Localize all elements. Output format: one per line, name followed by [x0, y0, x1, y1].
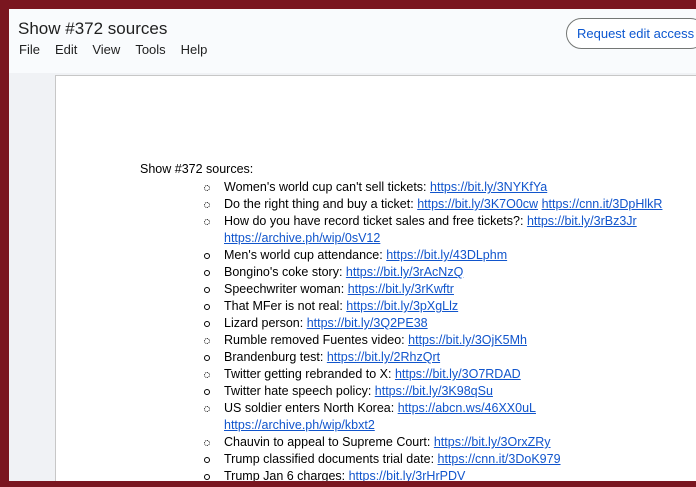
source-link[interactable]: https://bit.ly/3Q2PE38 [307, 316, 428, 330]
list-item: https://archive.ph/wip/0sV12 [224, 230, 662, 247]
document-heading: Show #372 sources: [140, 162, 254, 176]
menu-edit[interactable]: Edit [55, 42, 77, 57]
menu-view[interactable]: View [92, 42, 120, 57]
bullet-icon [204, 253, 210, 259]
item-text: Lizard person: [224, 316, 304, 330]
list-item: Chauvin to appeal to Supreme Court: http… [204, 434, 662, 451]
source-link[interactable]: https://abcn.ws/46XX0uL [398, 401, 536, 415]
item-text: That MFer is not real: [224, 299, 343, 313]
item-text: US soldier enters North Korea: [224, 401, 395, 415]
list-item: Trump classified documents trial date: h… [204, 451, 662, 468]
list-item: https://archive.ph/wip/kbxt2 [224, 417, 662, 434]
bullet-icon [204, 406, 210, 412]
item-text: Rumble removed Fuentes video: [224, 333, 405, 347]
item-text: Speechwriter woman: [224, 282, 345, 296]
item-text: Twitter hate speech policy: [224, 384, 372, 398]
list-item: Do the right thing and buy a ticket: htt… [204, 196, 663, 213]
source-link[interactable]: https://bit.ly/3OrxZRy [434, 435, 551, 449]
item-text: How do you have record ticket sales and … [224, 214, 524, 228]
source-link[interactable]: https://bit.ly/3K98qSu [375, 384, 493, 398]
list-item: That MFer is not real: https://bit.ly/3p… [204, 298, 662, 315]
source-link[interactable]: https://bit.ly/3K7O0cw [417, 197, 538, 211]
source-link[interactable]: https://bit.ly/3OjK5Mh [408, 333, 527, 347]
item-text: Chauvin to appeal to Supreme Court: [224, 435, 431, 449]
list-item: Women's world cup can't sell tickets: ht… [204, 179, 662, 196]
bullet-icon [204, 440, 210, 446]
item-text: Men's world cup attendance: [224, 248, 383, 262]
source-link[interactable]: https://archive.ph/wip/kbxt2 [224, 418, 375, 432]
bullet-icon [204, 219, 210, 225]
bullet-icon [204, 270, 210, 276]
item-text: Brandenburg test: [224, 350, 324, 364]
item-text: Women's world cup can't sell tickets: [224, 180, 427, 194]
document-title[interactable]: Show #372 sources [18, 19, 167, 39]
docs-window: Show #372 sources File Edit View Tools H… [9, 9, 696, 481]
bullet-icon [204, 474, 210, 480]
bullet-icon [204, 338, 210, 344]
sources-list: Women's world cup can't sell tickets: ht… [204, 179, 663, 481]
source-link[interactable]: https://bit.ly/3NYKfYa [430, 180, 547, 194]
list-item: Twitter hate speech policy: https://bit.… [204, 383, 662, 400]
item-text: Trump classified documents trial date: [224, 452, 435, 466]
source-link[interactable]: https://bit.ly/3rAcNzQ [346, 265, 463, 279]
item-text: Bongino's coke story: [224, 265, 343, 279]
list-item: How do you have record ticket sales and … [204, 213, 662, 230]
source-link[interactable]: https://bit.ly/3rKwftr [348, 282, 454, 296]
source-link[interactable]: https://cnn.it/3DoK979 [438, 452, 561, 466]
source-link[interactable]: https://bit.ly/43DLphm [386, 248, 507, 262]
bullet-icon [204, 355, 210, 361]
document-canvas[interactable]: Show #372 sources: Women's world cup can… [9, 73, 696, 481]
source-link[interactable]: https://cnn.it/3DpHlkR [542, 197, 663, 211]
list-item: Brandenburg test: https://bit.ly/2RhzQrt [204, 349, 662, 366]
item-text: Do the right thing and buy a ticket: [224, 197, 414, 211]
source-link[interactable]: https://bit.ly/3rHrPDV [349, 469, 466, 481]
bullet-icon [204, 304, 210, 310]
item-text: Trump Jan 6 charges: [224, 469, 346, 481]
list-item: Trump Jan 6 charges: https://bit.ly/3rHr… [204, 468, 662, 481]
list-item: Men's world cup attendance: https://bit.… [204, 247, 662, 264]
list-item: Bongino's coke story: https://bit.ly/3rA… [204, 264, 662, 281]
list-item: Speechwriter woman: https://bit.ly/3rKwf… [204, 281, 662, 298]
bullet-icon [204, 287, 210, 293]
list-item: US soldier enters North Korea: https://a… [204, 400, 662, 417]
bullet-icon [204, 389, 210, 395]
list-item: Rumble removed Fuentes video: https://bi… [204, 332, 662, 349]
document-page[interactable]: Show #372 sources: Women's world cup can… [55, 75, 696, 481]
bullet-icon [204, 372, 210, 378]
item-text: Twitter getting rebranded to X: [224, 367, 392, 381]
request-edit-access-button[interactable]: Request edit access [566, 18, 696, 49]
bullet-icon [204, 321, 210, 327]
bullet-icon [204, 185, 210, 191]
menu-bar: File Edit View Tools Help [19, 42, 222, 57]
source-link[interactable]: https://bit.ly/3pXgLlz [346, 299, 458, 313]
menu-help[interactable]: Help [181, 42, 208, 57]
bullet-icon [204, 457, 210, 463]
source-link[interactable]: https://bit.ly/3O7RDAD [395, 367, 521, 381]
source-link[interactable]: https://archive.ph/wip/0sV12 [224, 231, 380, 245]
source-link[interactable]: https://bit.ly/3rBz3Jr [527, 214, 637, 228]
menu-tools[interactable]: Tools [135, 42, 165, 57]
bullet-icon [204, 202, 210, 208]
list-item: Lizard person: https://bit.ly/3Q2PE38 [204, 315, 662, 332]
source-link[interactable]: https://bit.ly/2RhzQrt [327, 350, 440, 364]
menu-file[interactable]: File [19, 42, 40, 57]
list-item: Twitter getting rebranded to X: https://… [204, 366, 662, 383]
